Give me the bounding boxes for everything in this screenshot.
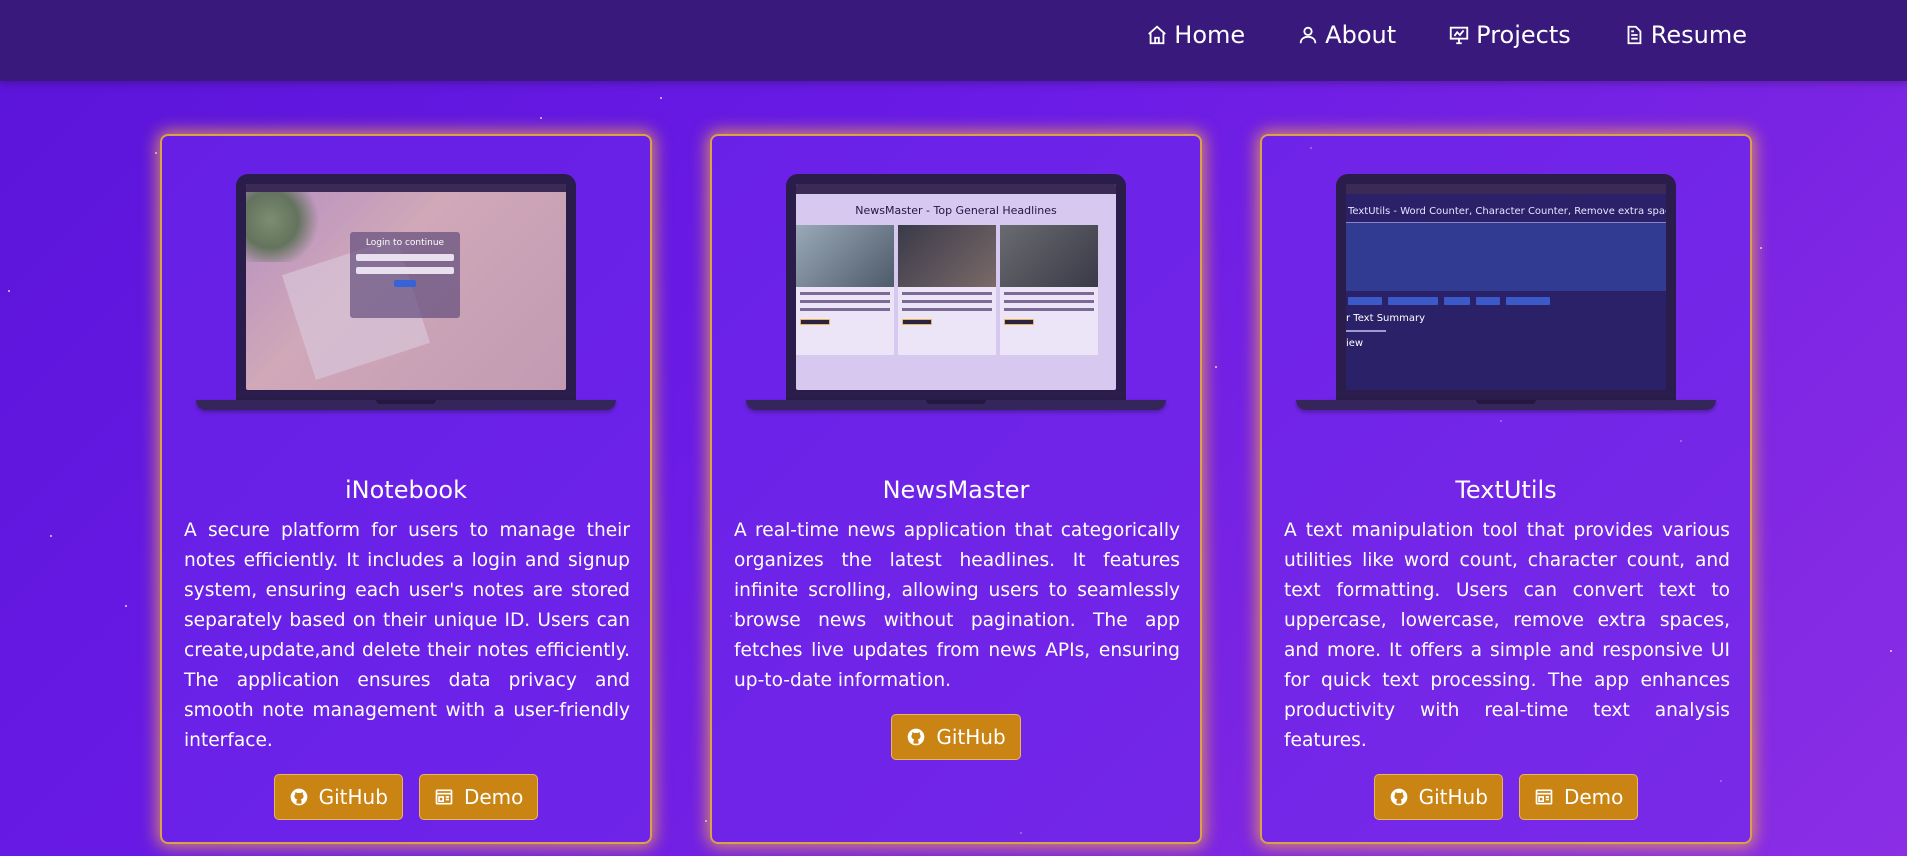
project-title: NewsMaster xyxy=(882,476,1030,504)
demo-button[interactable]: Demo xyxy=(1518,774,1639,820)
github-button[interactable]: GitHub xyxy=(273,774,403,820)
laptop-mockup: TextUtils - Word Counter, Character Coun… xyxy=(1296,174,1716,414)
nav-menu: Home About Projects Resume xyxy=(1146,0,1747,70)
laptop-mockup: NewsMaster - Top General Headlines xyxy=(746,174,1166,414)
home-icon xyxy=(1148,25,1167,45)
github-button-label: GitHub xyxy=(936,725,1006,749)
project-description: A secure platform for users to manage th… xyxy=(184,520,630,751)
screenshot-heading: TextUtils - Word Counter, Character Coun… xyxy=(1346,194,1666,223)
project-screenshot: TextUtils - Word Counter, Character Coun… xyxy=(1346,184,1666,390)
nav-item-projects[interactable]: Projects xyxy=(1448,21,1571,49)
project-description: A real-time news application that catego… xyxy=(734,520,1180,691)
github-button-label: GitHub xyxy=(1418,785,1488,809)
laptop-mockup: Login to continue xyxy=(196,174,616,414)
github-button[interactable]: GitHub xyxy=(891,714,1021,760)
screenshot-heading: NewsMaster - Top General Headlines xyxy=(855,204,1057,217)
project-screenshot: Login to continue xyxy=(246,184,566,390)
screenshot-summary: r Text Summary xyxy=(1346,313,1426,324)
top-navbar: Home About Projects Resume xyxy=(0,0,1907,81)
user-icon xyxy=(1299,26,1317,44)
demo-button-label: Demo xyxy=(463,785,524,809)
project-title: iNotebook xyxy=(345,476,467,504)
project-description: A text manipulation tool that provides v… xyxy=(1284,520,1730,751)
github-icon xyxy=(290,788,307,806)
login-preview-title: Login to continue xyxy=(365,238,445,248)
screenshot-preview: iew xyxy=(1346,338,1364,349)
project-screenshot: NewsMaster - Top General Headlines xyxy=(796,184,1116,390)
nav-label-about: About xyxy=(1325,21,1397,49)
demo-button[interactable]: Demo xyxy=(418,774,539,820)
github-icon xyxy=(908,728,925,746)
browser-icon xyxy=(435,789,453,805)
demo-button-label: Demo xyxy=(1563,785,1624,809)
project-actions: GitHub xyxy=(712,714,1200,760)
nav-item-about[interactable]: About xyxy=(1297,21,1396,49)
browser-icon xyxy=(1535,789,1553,805)
nav-item-resume[interactable]: Resume xyxy=(1623,21,1747,49)
project-title: TextUtils xyxy=(1455,476,1557,504)
project-cards: Login to continue iNotebook A secure pla… xyxy=(160,134,1752,844)
project-actions: GitHub Demo xyxy=(1262,774,1750,820)
project-card-inotebook: Login to continue iNotebook A secure pla… xyxy=(160,134,652,844)
nav-item-home[interactable]: Home xyxy=(1146,21,1245,49)
presentation-icon xyxy=(1449,26,1469,45)
nav-label-resume: Resume xyxy=(1650,21,1747,49)
github-icon xyxy=(1390,788,1407,806)
login-form-preview: Login to continue xyxy=(350,232,460,318)
project-card-newsmaster: NewsMaster - Top General Headlines NewsM… xyxy=(710,134,1202,844)
github-button[interactable]: GitHub xyxy=(1373,774,1503,820)
document-icon xyxy=(1627,25,1642,45)
nav-label-projects: Projects xyxy=(1476,21,1571,49)
project-actions: GitHub Demo xyxy=(162,774,650,820)
nav-label-home: Home xyxy=(1174,21,1246,49)
project-card-textutils: TextUtils - Word Counter, Character Coun… xyxy=(1260,134,1752,844)
github-button-label: GitHub xyxy=(318,785,388,809)
